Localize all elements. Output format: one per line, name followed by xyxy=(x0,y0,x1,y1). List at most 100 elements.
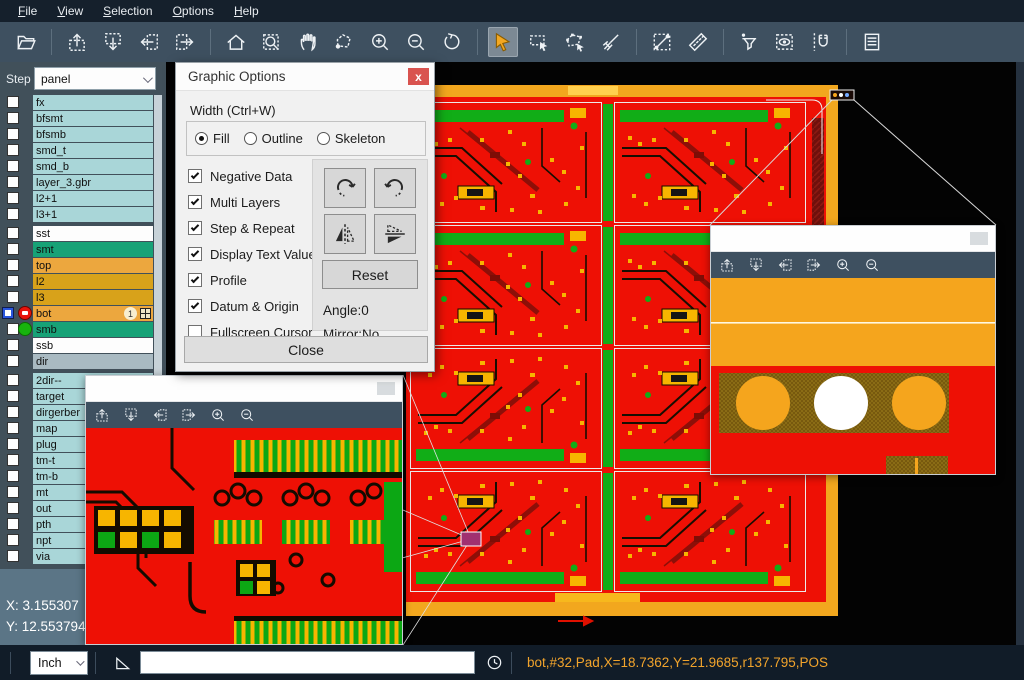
layer-visibility-checkbox[interactable] xyxy=(7,438,19,450)
layer-visibility-checkbox[interactable] xyxy=(7,486,19,498)
layer-chip[interactable]: l2+1 xyxy=(33,191,153,206)
layer-chip[interactable]: dir xyxy=(33,354,153,369)
radio-circle[interactable] xyxy=(317,132,330,145)
layer-visibility-checkbox[interactable] xyxy=(7,208,19,220)
layer-visibility-checkbox[interactable] xyxy=(7,390,19,402)
zoom-window-button[interactable] xyxy=(257,27,287,57)
fill-mode-radio[interactable]: Fill xyxy=(195,131,230,146)
zoom-out-button[interactable] xyxy=(401,27,431,57)
window-button[interactable] xyxy=(970,232,988,245)
layer-chip[interactable]: l2 xyxy=(33,274,153,289)
rotate-ccw-button[interactable] xyxy=(374,168,416,208)
layer-visibility-checkbox[interactable] xyxy=(7,96,19,108)
mirror-vertical-button[interactable] xyxy=(374,214,416,254)
layer-visibility-checkbox[interactable] xyxy=(7,160,19,172)
layer-row[interactable]: ssb xyxy=(0,338,153,353)
layer-row[interactable]: dir xyxy=(0,354,153,369)
layer-visibility-checkbox[interactable] xyxy=(7,355,19,367)
pan-down-icon[interactable] xyxy=(123,407,139,423)
layer-visibility-checkbox[interactable] xyxy=(7,291,19,303)
menu-item[interactable]: Selection xyxy=(93,0,162,22)
pan-left-button[interactable] xyxy=(134,27,164,57)
layer-row[interactable]: smb xyxy=(0,322,153,337)
layer-row[interactable]: bfsmt xyxy=(0,111,153,126)
command-input[interactable] xyxy=(140,651,475,674)
checkbox[interactable] xyxy=(188,273,202,287)
magnifier-view[interactable] xyxy=(86,428,402,644)
layer-row[interactable]: smt xyxy=(0,242,153,257)
checkbox[interactable] xyxy=(188,221,202,235)
pan-right-icon[interactable] xyxy=(181,407,197,423)
open-file-button[interactable] xyxy=(11,27,41,57)
layer-visibility-checkbox[interactable] xyxy=(7,502,19,514)
option-checkbox-row[interactable]: Step & Repeat xyxy=(188,215,323,241)
select-polygon-button[interactable] xyxy=(560,27,590,57)
option-checkbox-row[interactable]: Negative Data xyxy=(188,163,323,189)
layer-row[interactable]: fx xyxy=(0,95,153,110)
layer-visibility-checkbox[interactable] xyxy=(7,454,19,466)
checkbox[interactable] xyxy=(188,195,202,209)
snap-button[interactable] xyxy=(806,27,836,57)
layer-visibility-checkbox[interactable] xyxy=(7,374,19,386)
layers-panel-button[interactable] xyxy=(857,27,887,57)
layer-visibility-checkbox[interactable] xyxy=(7,534,19,546)
layer-visibility-checkbox[interactable] xyxy=(7,243,19,255)
layer-chip[interactable]: smd_b xyxy=(33,159,153,174)
zoom-previous-button[interactable] xyxy=(437,27,467,57)
dialog-titlebar[interactable]: Graphic Options x xyxy=(176,63,434,91)
layer-chip[interactable]: ssb xyxy=(33,338,153,353)
menu-item[interactable]: View xyxy=(47,0,93,22)
layer-row[interactable]: l3 xyxy=(0,290,153,305)
menu-item[interactable]: Help xyxy=(224,0,269,22)
layer-chip[interactable]: top xyxy=(33,258,153,273)
pan-up-icon[interactable] xyxy=(94,407,110,423)
layer-visibility-checkbox[interactable] xyxy=(7,176,19,188)
layer-visibility-checkbox[interactable] xyxy=(7,275,19,287)
layer-chip[interactable]: l3+1 xyxy=(33,207,153,222)
checkbox[interactable] xyxy=(188,169,202,183)
filter-button[interactable] xyxy=(734,27,764,57)
layer-chip[interactable]: bfsmb xyxy=(33,127,153,142)
menu-item[interactable]: File xyxy=(8,0,47,22)
pan-hand-button[interactable] xyxy=(293,27,323,57)
radio-circle[interactable] xyxy=(195,132,208,145)
layer-chip[interactable]: smt xyxy=(33,242,153,257)
layer-visibility-checkbox[interactable] xyxy=(7,550,19,562)
layer-row[interactable]: sst xyxy=(0,226,153,241)
layer-row[interactable]: l3+1 xyxy=(0,207,153,222)
option-checkbox-row[interactable]: Profile xyxy=(188,267,323,293)
option-checkbox-row[interactable]: Multi Layers xyxy=(188,189,323,215)
pan-right-button[interactable] xyxy=(170,27,200,57)
magnifier-window-right[interactable] xyxy=(710,225,996,475)
select-rectangle-button[interactable] xyxy=(524,27,554,57)
clear-button[interactable] xyxy=(596,27,626,57)
layer-visibility-checkbox[interactable] xyxy=(7,128,19,140)
pan-down-icon[interactable] xyxy=(748,257,764,273)
layer-chip[interactable]: fx xyxy=(33,95,153,110)
checkbox[interactable] xyxy=(188,299,202,313)
rotate-cw-button[interactable] xyxy=(324,168,366,208)
menu-item[interactable]: Options xyxy=(163,0,224,22)
option-checkbox-row[interactable]: Display Text Value xyxy=(188,241,323,267)
history-clock-icon[interactable] xyxy=(485,653,504,672)
zoom-in-icon[interactable] xyxy=(835,257,851,273)
layer-row[interactable]: smd_t xyxy=(0,143,153,158)
layer-visibility-checkbox[interactable] xyxy=(7,227,19,239)
layer-visibility-checkbox[interactable] xyxy=(7,192,19,204)
zoom-in-button[interactable] xyxy=(365,27,395,57)
layer-chip[interactable]: layer_3.gbr xyxy=(33,175,153,190)
pan-right-icon[interactable] xyxy=(806,257,822,273)
fill-mode-radio[interactable]: Outline xyxy=(244,131,303,146)
layer-visibility-checkbox[interactable] xyxy=(7,112,19,124)
pan-up-icon[interactable] xyxy=(719,257,735,273)
layer-visibility-checkbox[interactable] xyxy=(7,406,19,418)
magnifier-view[interactable] xyxy=(711,278,995,474)
layer-visibility-checkbox[interactable] xyxy=(7,339,19,351)
magnifier-titlebar[interactable] xyxy=(711,226,995,252)
snap-corner-icon[interactable] xyxy=(113,653,132,672)
checkbox[interactable] xyxy=(188,247,202,261)
layer-visibility-checkbox[interactable] xyxy=(7,518,19,530)
step-select[interactable]: panel xyxy=(34,67,156,90)
view-options-button[interactable] xyxy=(770,27,800,57)
ruler-button[interactable] xyxy=(683,27,713,57)
